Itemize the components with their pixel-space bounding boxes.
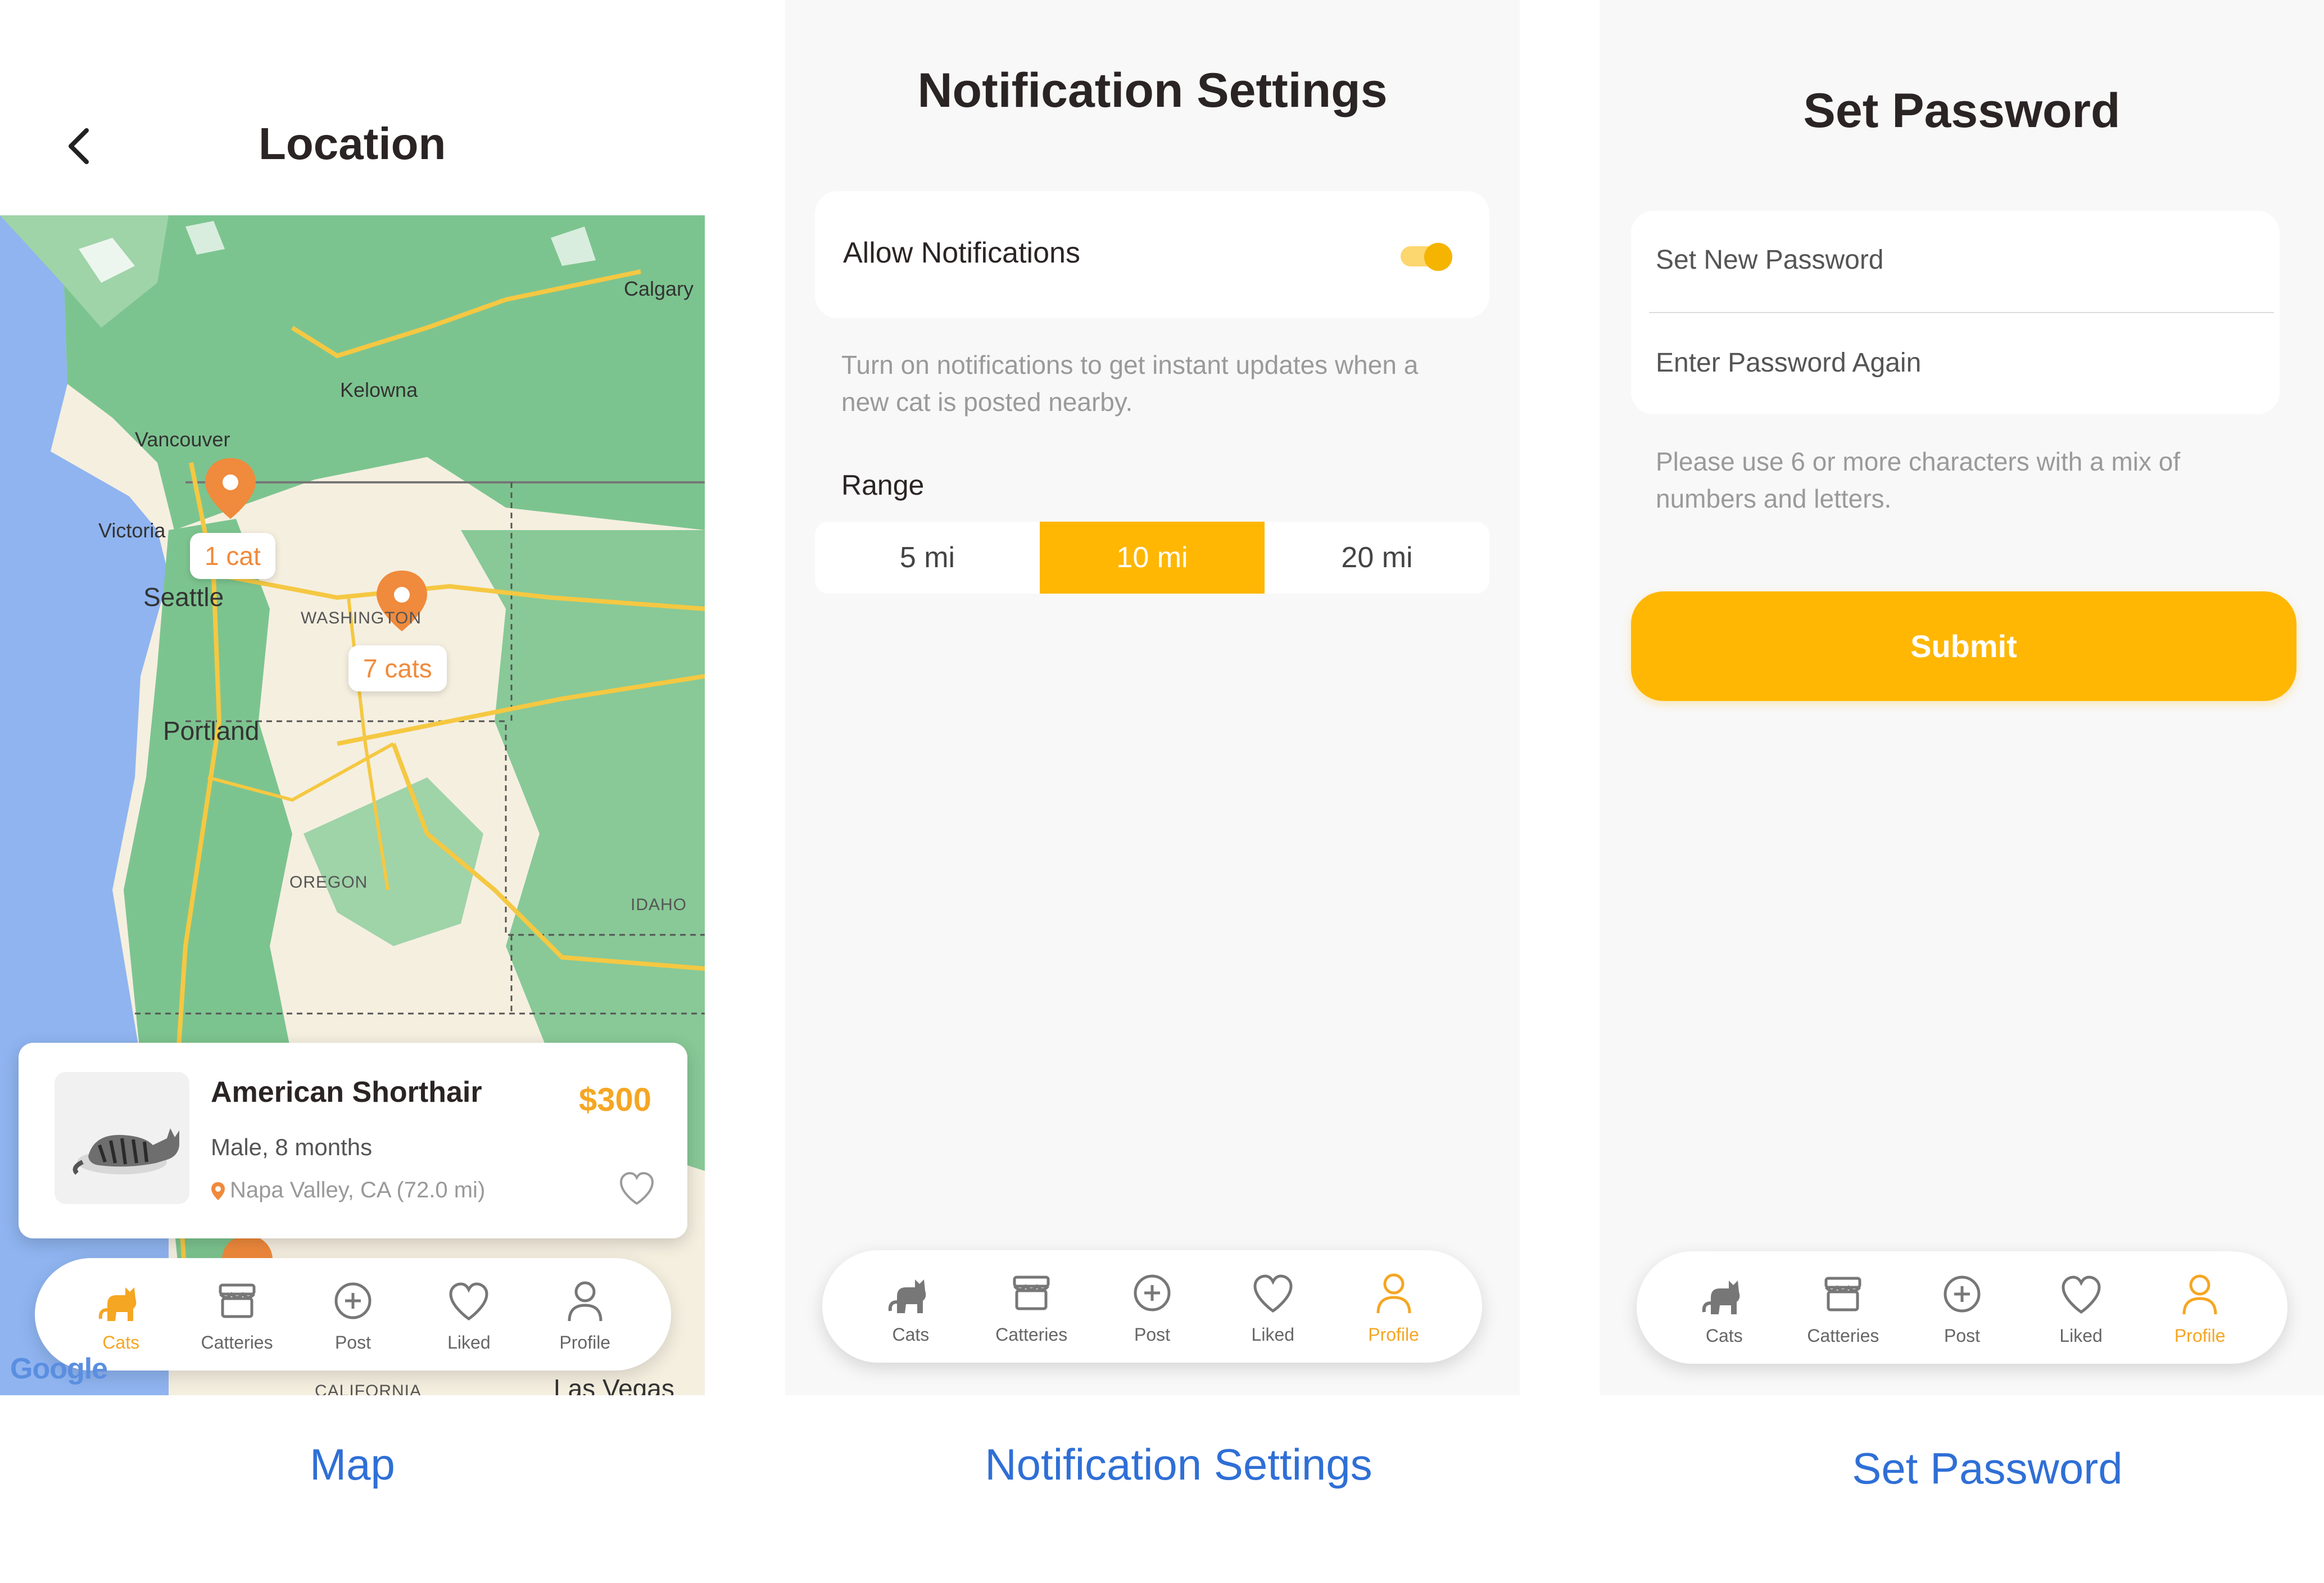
store-icon: [219, 1283, 256, 1318]
tab-post[interactable]: Post: [305, 1276, 401, 1353]
tab-profile[interactable]: Profile: [2152, 1269, 2248, 1346]
pin-label-2[interactable]: 7 cats: [348, 645, 447, 691]
tab-cats[interactable]: Cats: [73, 1276, 169, 1353]
cat-breed-name: American Shorthair: [211, 1076, 482, 1109]
tab-label-post: Post: [334, 1332, 371, 1353]
tab-label-profile: Profile: [1368, 1324, 1419, 1345]
city-label-portland: Portland: [163, 716, 260, 745]
submit-button[interactable]: Submit: [1631, 591, 2296, 701]
tab-cats[interactable]: Cats: [1677, 1269, 1772, 1346]
password-hint: Please use 6 or more characters with a m…: [1656, 447, 2181, 513]
tab-post[interactable]: Post: [1914, 1269, 2010, 1346]
cat-details: Male, 8 months: [211, 1134, 373, 1160]
page-title: Notification Settings: [917, 64, 1388, 117]
tab-label-cats: Cats: [102, 1332, 140, 1353]
user-icon: [568, 1281, 602, 1321]
tab-label-catteries: Catteries: [201, 1332, 273, 1353]
store-icon: [1013, 1276, 1050, 1310]
allow-notifications-card: Allow Notifications: [815, 191, 1489, 318]
confirm-password-field[interactable]: Enter Password Again: [1656, 347, 1921, 378]
heart-icon: [449, 1282, 488, 1320]
allow-notifications-label: Allow Notifications: [843, 237, 1080, 269]
cat-price: $300: [578, 1082, 651, 1118]
tab-label-liked: Liked: [1251, 1324, 1295, 1345]
location-pin-icon: [211, 1182, 225, 1201]
city-label-vancouver: Vancouver: [135, 428, 230, 451]
cat-location: Napa Valley, CA (72.0 mi): [211, 1178, 485, 1203]
password-form-card: Set New Password Enter Password Again: [1631, 211, 2280, 414]
tab-liked[interactable]: Liked: [2033, 1269, 2129, 1346]
plus-circle-icon: [334, 1282, 372, 1319]
region-label-washington: WASHINGTON: [301, 609, 422, 627]
city-label-seattle: Seattle: [143, 582, 224, 612]
tab-cats[interactable]: Cats: [863, 1268, 958, 1345]
new-password-field[interactable]: Set New Password: [1656, 245, 1884, 275]
user-icon: [1376, 1273, 1411, 1313]
notification-settings-screen: Notification Settings Allow Notification…: [785, 0, 1520, 1395]
notification-hint: Turn on notifications to get instant upd…: [841, 350, 1419, 417]
city-label-calgary: Calgary: [624, 277, 694, 300]
tab-label-post: Post: [1944, 1325, 1980, 1346]
tab-profile[interactable]: Profile: [1346, 1268, 1442, 1345]
user-icon: [2182, 1274, 2217, 1314]
caption-set-password: Set Password: [1852, 1444, 2123, 1493]
region-label-idaho: IDAHO: [631, 895, 687, 914]
plus-circle-icon: [1134, 1274, 1171, 1311]
tab-liked[interactable]: Liked: [421, 1276, 517, 1353]
map-header: Location: [0, 0, 705, 215]
region-label-oregon: OREGON: [289, 873, 368, 892]
cat-icon: [889, 1279, 926, 1313]
page-title: Location: [259, 119, 446, 169]
field-divider: [1649, 312, 2274, 313]
range-option-5mi[interactable]: 5 mi: [815, 522, 1040, 594]
set-password-screen: Set Password Set New Password Enter Pass…: [1600, 0, 2324, 1395]
back-arrow-icon[interactable]: [63, 124, 97, 169]
tab-catteries[interactable]: Catteries: [984, 1268, 1079, 1345]
range-option-10mi[interactable]: 10 mi: [1040, 522, 1265, 594]
tab-label-liked: Liked: [2059, 1325, 2103, 1346]
tab-bar: Cats Catteries Post Liked Profile: [1637, 1251, 2287, 1364]
range-label: Range: [841, 469, 925, 501]
pin-label-1[interactable]: 1 cat: [190, 533, 275, 579]
map-screen: Location Calgary Kelowna Vancouver Victo…: [0, 0, 705, 1395]
tab-liked[interactable]: Liked: [1225, 1268, 1321, 1345]
cat-icon: [1702, 1280, 1740, 1314]
tab-label-cats: Cats: [892, 1324, 930, 1345]
city-label-victoria: Victoria: [98, 519, 166, 542]
cat-location-text: Napa Valley, CA (72.0 mi): [230, 1178, 486, 1202]
toggle-knob: [1424, 243, 1452, 271]
tab-label-post: Post: [1134, 1324, 1170, 1345]
range-option-20mi[interactable]: 20 mi: [1265, 522, 1489, 594]
google-attribution: Google: [10, 1353, 108, 1385]
caption-notification-settings: Notification Settings: [985, 1440, 1372, 1489]
tab-catteries[interactable]: Catteries: [1795, 1269, 1891, 1346]
page-title: Set Password: [1803, 84, 2121, 138]
cat-photo: [55, 1072, 189, 1204]
tab-catteries[interactable]: Catteries: [189, 1276, 285, 1353]
tab-post[interactable]: Post: [1104, 1268, 1200, 1345]
region-label-california: CALIFORNIA: [315, 1382, 422, 1395]
tab-label-liked: Liked: [447, 1332, 491, 1353]
heart-icon: [1253, 1274, 1293, 1313]
tab-bar: Cats Catteries Post Liked Profile: [822, 1250, 1482, 1363]
allow-notifications-toggle[interactable]: [1401, 243, 1452, 271]
tab-bar: Cats Catteries Post Liked Profile: [35, 1258, 671, 1371]
tab-label-cats: Cats: [1705, 1325, 1743, 1346]
city-label-las-vegas: Las Vegas: [554, 1374, 674, 1395]
range-selector: 5 mi 10 mi 20 mi: [815, 522, 1489, 594]
heart-icon[interactable]: [618, 1171, 656, 1207]
tab-label-profile: Profile: [2174, 1325, 2226, 1346]
tab-label-catteries: Catteries: [1807, 1325, 1879, 1346]
cat-listing-card[interactable]: American Shorthair $300 Male, 8 months N…: [19, 1043, 687, 1238]
caption-map: Map: [310, 1440, 395, 1489]
tab-profile[interactable]: Profile: [537, 1276, 633, 1353]
city-label-kelowna: Kelowna: [340, 378, 418, 401]
plus-circle-icon: [1944, 1276, 1981, 1312]
heart-icon: [2062, 1275, 2101, 1314]
store-icon: [1824, 1277, 1861, 1311]
tab-label-catteries: Catteries: [995, 1324, 1068, 1345]
cat-icon: [98, 1287, 137, 1321]
tab-label-profile: Profile: [559, 1332, 611, 1353]
